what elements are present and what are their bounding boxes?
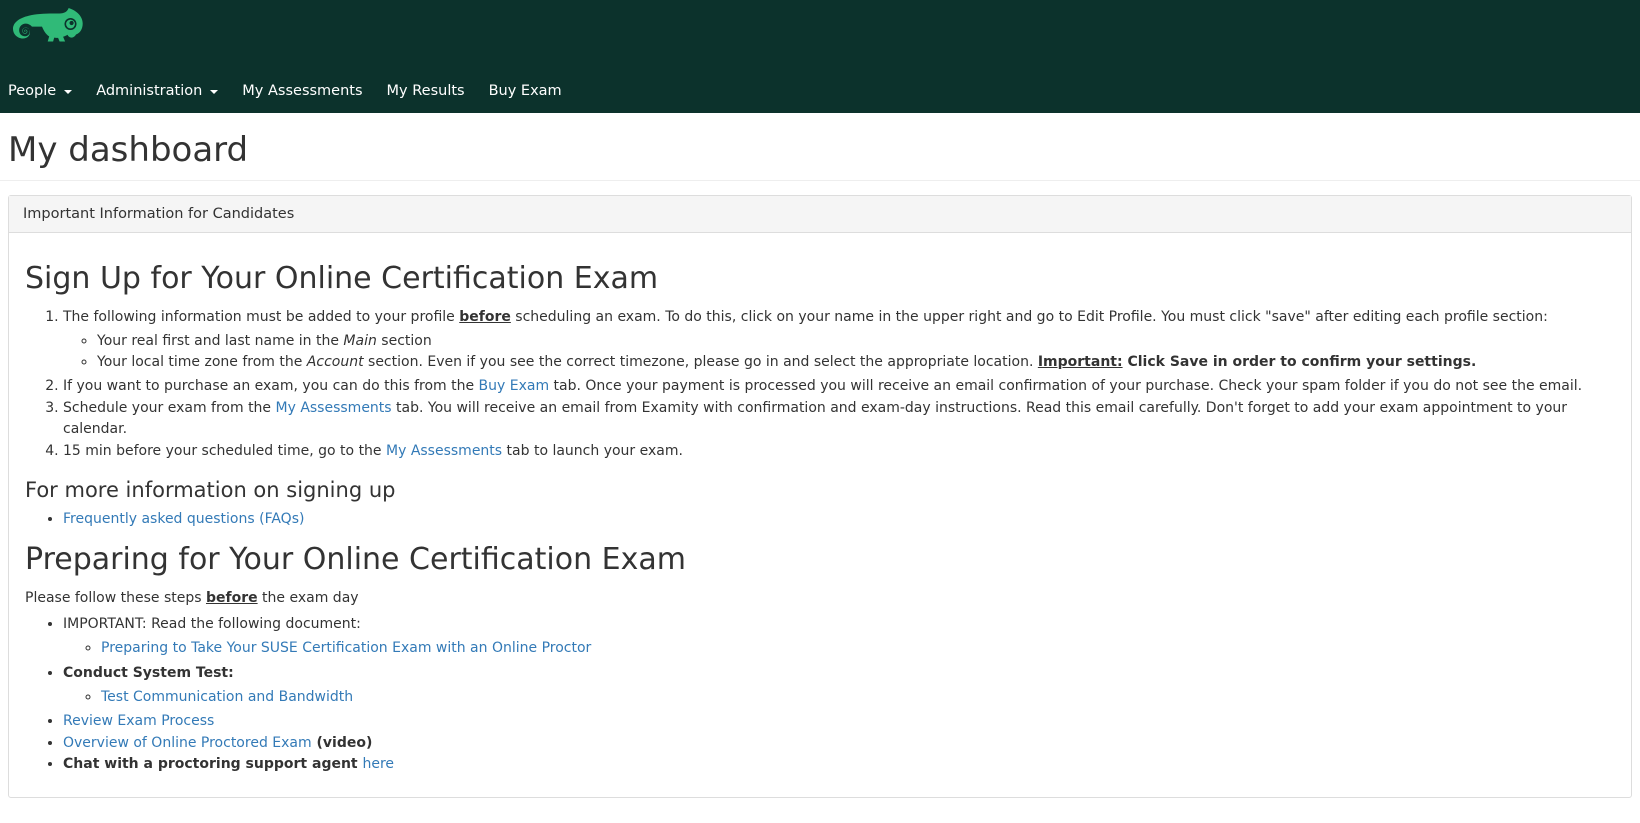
list-item: If you want to purchase an exam, you can… [63,376,1615,396]
nav-item-people: People [0,84,88,99]
nav-link-my-assessments[interactable]: My Assessments [234,84,378,99]
link-chat-here[interactable]: here [363,756,395,772]
list-item: Preparing to Take Your SUSE Certificatio… [101,638,1615,658]
nav-item-buy-exam: Buy Exam [481,84,578,99]
sub-b-important-label: Important: [1038,354,1123,370]
list-item: Chat with a proctoring support agent her… [63,754,1615,774]
link-review-exam-process[interactable]: Review Exam Process [63,713,214,729]
step1-text-part2: scheduling an exam. To do this, click on… [511,309,1548,325]
chevron-down-icon [64,90,72,94]
link-my-assessments[interactable]: My Assessments [386,443,502,459]
list-item: Your real first and last name in the Mai… [97,331,1615,351]
nav-item-my-assessments: My Assessments [234,84,378,99]
link-overview-online-proctored-exam[interactable]: Overview of Online Proctored Exam [63,735,312,751]
preparing-section-heading: Preparing for Your Online Certification … [25,542,1615,578]
list-item: Overview of Online Proctored Exam (video… [63,733,1615,753]
page-title: My dashboard [8,131,1632,170]
step4-part1: 15 min before your scheduled time, go to… [63,443,386,459]
nav-link-administration[interactable]: Administration [88,84,234,99]
preparing-lead-text: Please follow these steps before the exa… [25,588,1615,608]
list-item: IMPORTANT: Read the following document: … [63,614,1615,659]
nav-label-people: People [8,84,56,99]
list-item: Frequently asked questions (FAQs) [63,509,1615,529]
list-item: The following information must be added … [63,307,1615,372]
chat-support-label: Chat with a proctoring support agent [63,756,363,772]
link-faqs[interactable]: Frequently asked questions (FAQs) [63,511,304,527]
link-buy-exam[interactable]: Buy Exam [479,378,550,394]
important-doc-label: IMPORTANT: Read the following document: [63,616,361,632]
nav-link-my-results[interactable]: My Results [379,84,481,99]
step2-part1: If you want to purchase an exam, you can… [63,378,479,394]
panel-heading: Important Information for Candidates [9,196,1631,233]
sub-b-part1: Your local time zone from the [97,354,307,370]
nav-label-administration: Administration [96,84,202,99]
link-my-assessments[interactable]: My Assessments [276,400,392,416]
step2-part2: tab. Once your payment is processed you … [549,378,1582,394]
important-information-panel: Important Information for Candidates Sig… [8,195,1632,798]
lead-part2: the exam day [258,590,359,606]
list-item: Review Exam Process [63,711,1615,731]
link-online-proctor-doc[interactable]: Preparing to Take Your SUSE Certificatio… [101,640,591,656]
suse-chameleon-logo[interactable] [8,8,84,56]
chevron-down-icon [210,90,218,94]
step1-before-emphasis: before [459,309,511,325]
list-item: Schedule your exam from the My Assessmen… [63,398,1615,439]
sub-b-part2: section. Even if you see the correct tim… [364,354,1038,370]
lead-before-emphasis: before [206,590,258,606]
system-test-sublist: Test Communication and Bandwidth [63,687,1615,707]
signup-steps-list: The following information must be added … [25,307,1615,461]
list-item: Test Communication and Bandwidth [101,687,1615,707]
sub-a-part1: Your real first and last name in the [97,333,343,349]
preparing-steps-list: IMPORTANT: Read the following document: … [25,614,1615,774]
link-test-communication-bandwidth[interactable]: Test Communication and Bandwidth [101,689,353,705]
top-navbar: People Administration My Assessments My … [0,0,1640,113]
step3-part1: Schedule your exam from the [63,400,276,416]
panel-body: Sign Up for Your Online Certification Ex… [9,233,1631,797]
sub-a-part2: section [377,333,432,349]
page-header: My dashboard [0,113,1640,181]
step1-text-part1: The following information must be added … [63,309,459,325]
list-item: 15 min before your scheduled time, go to… [63,441,1615,461]
nav-item-my-results: My Results [379,84,481,99]
signup-step1-sublist: Your real first and last name in the Mai… [63,331,1615,372]
sub-a-italic-main: Main [343,333,376,349]
overview-video-suffix: (video) [312,735,373,751]
nav-link-people[interactable]: People [0,84,88,99]
step4-part2: tab to launch your exam. [502,443,683,459]
sub-b-bold-text: Click Save in order to confirm your sett… [1123,354,1477,370]
list-item: Your local time zone from the Account se… [97,352,1615,372]
preparing-doc-sublist: Preparing to Take Your SUSE Certificatio… [63,638,1615,658]
list-item: Conduct System Test: Test Communication … [63,663,1615,708]
nav-item-administration: Administration [88,84,234,99]
main-navigation: People Administration My Assessments My … [0,69,578,113]
conduct-system-test-label: Conduct System Test: [63,665,234,681]
more-info-heading: For more information on signing up [25,477,1615,503]
sub-b-italic-account: Account [307,354,364,370]
faq-list: Frequently asked questions (FAQs) [25,509,1615,529]
lead-part1: Please follow these steps [25,590,206,606]
signup-section-heading: Sign Up for Your Online Certification Ex… [25,261,1615,297]
nav-link-buy-exam[interactable]: Buy Exam [481,84,578,99]
